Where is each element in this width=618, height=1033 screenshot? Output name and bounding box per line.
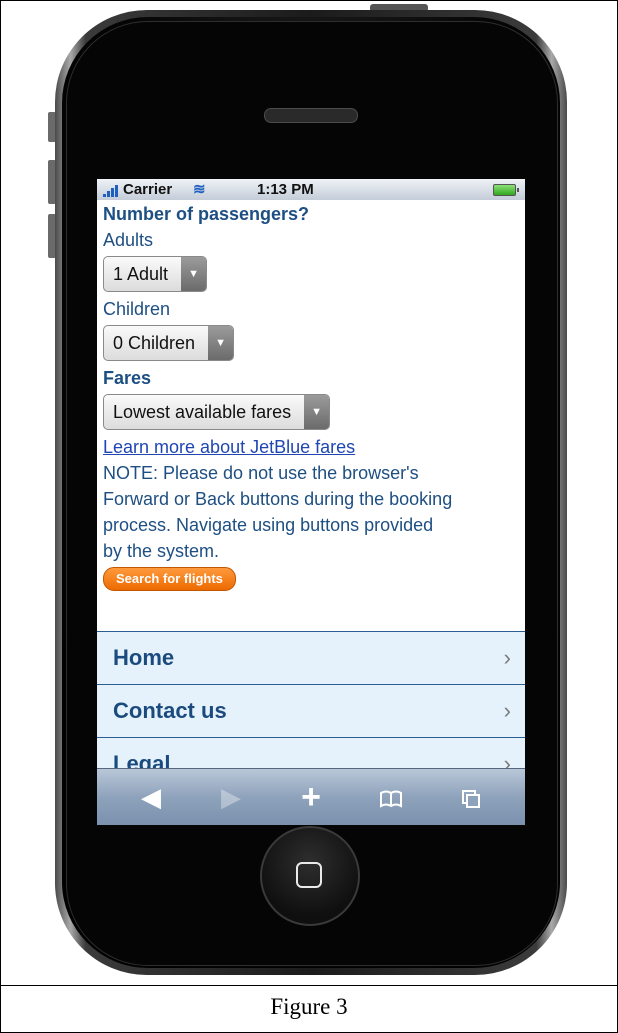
- back-arrow-icon[interactable]: ◀: [121, 769, 181, 825]
- browser-toolbar: ◀ ▶ +: [97, 768, 525, 825]
- status-time: 1:13 PM: [257, 181, 314, 198]
- children-label: Children: [103, 299, 171, 319]
- search-for-flights-button[interactable]: Search for flights: [103, 567, 236, 591]
- signal-icon: [103, 185, 121, 197]
- figure-caption: Figure 3: [270, 994, 348, 1019]
- home-button[interactable]: [260, 826, 360, 926]
- fares-label: Fares: [103, 368, 152, 388]
- forward-arrow-icon[interactable]: ▶: [201, 769, 261, 825]
- battery-icon: [493, 184, 519, 196]
- plus-icon[interactable]: +: [281, 769, 341, 825]
- note-line: by the system.: [103, 541, 220, 561]
- booking-form: Number of passengers? Adults 1 Adult ▼ C…: [103, 201, 521, 591]
- children-select-value: 0 Children: [113, 333, 196, 353]
- earpiece-speaker: [264, 108, 358, 123]
- carrier-name: Carrier: [123, 181, 173, 198]
- adults-select[interactable]: 1 Adult ▼: [103, 256, 208, 292]
- book-icon[interactable]: [361, 769, 421, 825]
- nav-item-home[interactable]: Home ›: [97, 631, 525, 684]
- dropdown-arrow-icon: ▼: [304, 395, 330, 429]
- chevron-right-icon: ›: [503, 698, 511, 723]
- learn-more-fares-link[interactable]: Learn more about JetBlue fares: [103, 434, 521, 460]
- fares-select-value: Lowest available fares: [113, 402, 292, 422]
- nav-list: Home › Contact us › Legal ›: [97, 631, 525, 790]
- adults-select-value: 1 Adult: [113, 264, 169, 284]
- children-select[interactable]: 0 Children ▼: [103, 325, 235, 361]
- nav-item-label: Home: [113, 645, 175, 670]
- status-bar: Carrier ≋ 1:13 PM: [97, 179, 525, 200]
- note-line: process. Navigate using buttons provided: [103, 515, 434, 535]
- note-line: Forward or Back buttons during the booki…: [103, 489, 453, 509]
- note-line: NOTE: Please do not use the browser's: [103, 463, 419, 483]
- wifi-icon: ≋: [193, 181, 206, 198]
- caption-divider: [0, 985, 618, 986]
- fares-select[interactable]: Lowest available fares ▼: [103, 394, 331, 430]
- adults-label: Adults: [103, 230, 154, 250]
- dropdown-arrow-icon: ▼: [181, 257, 207, 291]
- chevron-right-icon: ›: [503, 645, 511, 670]
- pages-icon[interactable]: [441, 769, 501, 825]
- nav-item-label: Contact us: [113, 698, 227, 723]
- passengers-heading: Number of passengers?: [103, 204, 310, 224]
- dropdown-arrow-icon: ▼: [208, 326, 234, 360]
- phone-screen: Carrier ≋ 1:13 PM Number of passengers? …: [97, 179, 525, 825]
- home-square-icon: [296, 862, 322, 888]
- nav-item-contact-us[interactable]: Contact us ›: [97, 684, 525, 737]
